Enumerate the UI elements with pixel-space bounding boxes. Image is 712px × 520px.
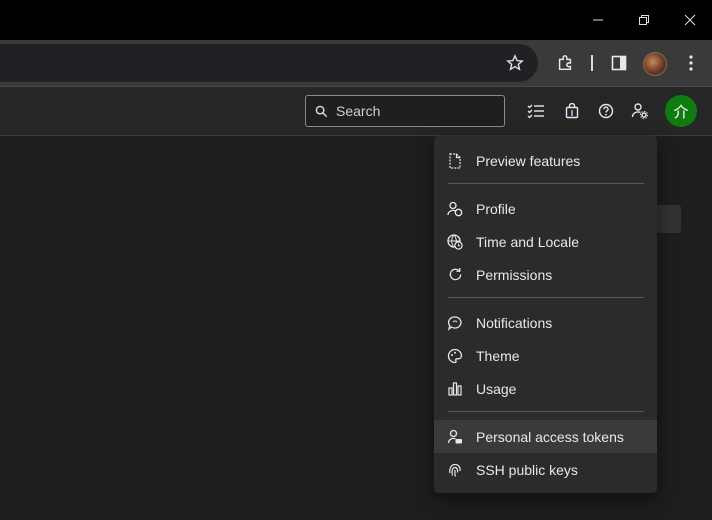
browser-profile-avatar[interactable]: [643, 52, 667, 76]
puzzle-icon[interactable]: [549, 47, 581, 79]
menu-item-label: Theme: [476, 347, 520, 364]
menu-item-label: SSH public keys: [476, 461, 578, 478]
person-key-icon: [434, 429, 476, 445]
menu-item-label: Time and Locale: [476, 233, 579, 250]
shopping-bag-icon[interactable]: [560, 99, 584, 123]
menu-item-permissions[interactable]: Permissions: [434, 258, 657, 291]
user-settings-icon[interactable]: [628, 99, 652, 123]
user-settings-menu: Preview features Profile Time and Locale…: [434, 136, 657, 493]
close-icon[interactable]: [667, 0, 712, 40]
menu-item-notifications[interactable]: Notifications: [434, 306, 657, 339]
search-icon: [306, 105, 336, 118]
help-icon[interactable]: [594, 99, 618, 123]
profile-icon: [434, 201, 476, 217]
menu-item-label: Personal access tokens: [476, 428, 624, 445]
menu-item-label: Usage: [476, 380, 517, 397]
checklist-icon[interactable]: [524, 99, 548, 123]
minimize-icon[interactable]: [575, 0, 621, 40]
menu-item-label: Profile: [476, 200, 516, 217]
search-input[interactable]: Search: [305, 95, 505, 127]
menu-item-personal-access-tokens[interactable]: Personal access tokens: [434, 420, 657, 453]
menu-item-label: Permissions: [476, 266, 553, 283]
fingerprint-icon: [434, 462, 476, 478]
menu-item-theme[interactable]: Theme: [434, 339, 657, 372]
star-icon[interactable]: [499, 47, 531, 79]
side-panel-icon[interactable]: [603, 47, 635, 79]
bar-chart-icon: [434, 381, 476, 396]
menu-divider: [448, 183, 644, 184]
palette-icon: [434, 348, 476, 364]
window-titlebar: [0, 0, 712, 40]
toolbar-divider: [591, 55, 593, 71]
globe-clock-icon: [434, 233, 476, 250]
menu-item-label: Notifications: [476, 314, 553, 331]
search-placeholder: Search: [336, 103, 381, 119]
menu-divider: [448, 411, 644, 412]
menu-item-label: Preview features: [476, 152, 581, 169]
menu-item-preview-features[interactable]: Preview features: [434, 144, 657, 177]
user-account-button[interactable]: 介: [665, 95, 697, 127]
background-panel: [656, 205, 681, 233]
document-icon: [434, 152, 476, 169]
menu-item-time-and-locale[interactable]: Time and Locale: [434, 225, 657, 258]
menu-item-usage[interactable]: Usage: [434, 372, 657, 405]
browser-toolbar: [0, 40, 712, 86]
menu-item-profile[interactable]: Profile: [434, 192, 657, 225]
restore-icon[interactable]: [621, 0, 667, 40]
menu-item-ssh-public-keys[interactable]: SSH public keys: [434, 453, 657, 486]
chat-bubble-icon: [434, 315, 476, 331]
menu-divider: [448, 297, 644, 298]
more-vertical-icon[interactable]: [675, 47, 707, 79]
address-bar[interactable]: [0, 44, 538, 82]
refresh-icon: [434, 267, 476, 282]
user-initials: 介: [673, 103, 689, 121]
